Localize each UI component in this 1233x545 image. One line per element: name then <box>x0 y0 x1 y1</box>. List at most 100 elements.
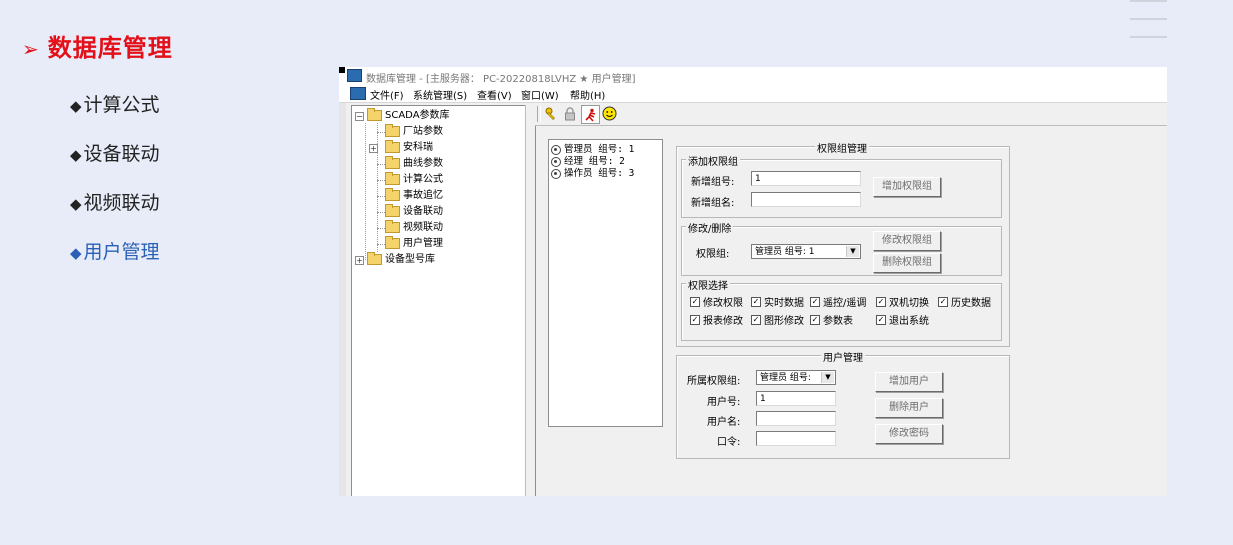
user-name-label: 用户名: <box>707 417 741 428</box>
menu-help[interactable]: 帮助(H) <box>570 87 605 102</box>
add-group-box: 添加权限组 新增组号: 1 新增组名: 增加权限组 <box>681 153 1002 218</box>
tree-node-acrel[interactable]: + 安科瑞 <box>369 139 433 156</box>
tree-line <box>377 180 385 181</box>
tree-view[interactable]: − SCADA参数库 厂站参数 + 安科瑞 曲线参数 计算公式 事故追忆 设备联动… <box>351 105 526 496</box>
collapse-icon[interactable]: − <box>355 112 364 121</box>
doc-icon[interactable] <box>350 87 366 100</box>
perm-label: 图形修改 <box>764 316 804 327</box>
checkbox-checked-icon[interactable]: ✓ <box>810 297 820 307</box>
checkbox-checked-icon[interactable]: ✓ <box>938 297 948 307</box>
perms-title: 权限选择 <box>686 277 730 292</box>
user-group-value: 管理员 组号: <box>760 373 811 383</box>
folder-icon <box>385 123 400 137</box>
new-name-field[interactable] <box>751 192 861 207</box>
perm-label: 参数表 <box>823 316 853 327</box>
tree-line <box>377 164 385 165</box>
diamond-bullet-icon: ◆ <box>70 244 82 262</box>
perm-checkbox[interactable]: ✓ 参数表 <box>810 315 853 328</box>
perm-checkbox[interactable]: ✓ 退出系统 <box>876 315 929 328</box>
perm-checkbox[interactable]: ✓ 历史数据 <box>938 297 991 310</box>
window-titlebar: 数据库管理 - [主服务器： PC-20220818LVHZ ★ 用户管理] <box>339 67 1167 85</box>
lock-icon[interactable] <box>561 105 578 122</box>
chevron-down-icon: ▼ <box>821 372 834 383</box>
menu-view[interactable]: 查看(V) <box>477 87 512 102</box>
topic-item-linkage[interactable]: ◆ 设备联动 <box>70 139 160 188</box>
tree-line <box>377 196 385 197</box>
tree-node-user[interactable]: 用户管理 <box>376 235 443 252</box>
add-group-button[interactable]: 增加权限组 <box>873 177 941 197</box>
tree-node-station[interactable]: 厂站参数 <box>376 123 443 140</box>
window-title: 数据库管理 - [主服务器： PC-20220818LVHZ ★ 用户管理] <box>366 74 636 85</box>
user-name-field[interactable] <box>756 411 836 426</box>
menu-system[interactable]: 系统管理(S) <box>413 87 467 102</box>
tree-node-linkage[interactable]: 设备联动 <box>376 203 443 220</box>
perm-checkbox[interactable]: ✓ 报表修改 <box>690 315 743 328</box>
perm-label: 报表修改 <box>703 316 743 327</box>
add-user-button[interactable]: 增加用户 <box>875 372 943 392</box>
list-item[interactable]: 管理员 组号: 1 <box>551 144 634 155</box>
folder-icon <box>385 203 400 217</box>
tree-line <box>377 212 385 213</box>
checkbox-checked-icon[interactable]: ✓ <box>810 315 820 325</box>
folder-icon <box>385 139 400 153</box>
checkbox-checked-icon[interactable]: ✓ <box>751 315 761 325</box>
delete-group-button[interactable]: 删除权限组 <box>873 253 941 273</box>
perm-label: 历史数据 <box>951 298 991 309</box>
perm-label: 修改权限 <box>703 298 743 309</box>
topic-item-formula[interactable]: ◆ 计算公式 <box>70 90 160 139</box>
smiley-icon[interactable] <box>601 105 618 122</box>
expand-icon[interactable]: + <box>355 256 364 265</box>
group-list[interactable]: 管理员 组号: 1 经理 组号: 2 操作员 组号: 3 <box>548 139 663 427</box>
checkbox-checked-icon[interactable]: ✓ <box>690 297 700 307</box>
menu-window[interactable]: 窗口(W) <box>521 87 559 102</box>
group-icon <box>551 144 561 155</box>
checkbox-checked-icon[interactable]: ✓ <box>876 315 886 325</box>
tree-node-formula[interactable]: 计算公式 <box>376 171 443 188</box>
tree-node-curve[interactable]: 曲线参数 <box>376 155 443 172</box>
tree-node-model-lib[interactable]: + 设备型号库 <box>355 251 435 268</box>
perm-checkbox[interactable]: ✓ 实时数据 <box>751 297 804 310</box>
checkbox-checked-icon[interactable]: ✓ <box>690 315 700 325</box>
change-password-button[interactable]: 修改密码 <box>875 424 943 444</box>
diamond-bullet-icon: ◆ <box>70 97 82 115</box>
list-item[interactable]: 经理 组号: 2 <box>551 156 625 167</box>
folder-open-icon <box>385 235 400 249</box>
tree-node-video[interactable]: 视频联动 <box>376 219 443 236</box>
expand-icon[interactable]: + <box>369 144 378 153</box>
perm-checkbox[interactable]: ✓ 遥控/遥调 <box>810 297 866 310</box>
perm-checkbox[interactable]: ✓ 双机切换 <box>876 297 929 310</box>
perm-label: 退出系统 <box>889 316 929 327</box>
key-icon[interactable] <box>543 105 560 122</box>
group-select[interactable]: 管理员 组号: 1 ▼ <box>751 244 861 259</box>
menu-file[interactable]: 文件(F) <box>370 87 404 102</box>
tree-node-recall[interactable]: 事故追忆 <box>376 187 443 204</box>
corner-mark <box>339 67 345 73</box>
tree-line <box>377 132 385 133</box>
menu-lines-icon <box>1130 0 1168 40</box>
group-select-value: 管理员 组号: 1 <box>755 247 815 257</box>
folder-icon <box>385 187 400 201</box>
delete-user-button[interactable]: 删除用户 <box>875 398 943 418</box>
group-icon <box>551 156 561 167</box>
perms-box: 权限选择 ✓ 修改权限 ✓ 实时数据 ✓ 遥控/遥调 ✓ 双机切换 ✓ 历史数据 ✓ 报表修… <box>681 277 1002 341</box>
topic-item-user[interactable]: ◆ 用户管理 <box>70 237 160 286</box>
running-man-icon[interactable] <box>581 105 600 124</box>
perm-checkbox[interactable]: ✓ 图形修改 <box>751 315 804 328</box>
toolbar <box>535 103 1167 126</box>
tree-node-root[interactable]: − SCADA参数库 <box>355 107 450 124</box>
folder-icon <box>385 155 400 169</box>
perm-checkbox[interactable]: ✓ 修改权限 <box>690 297 743 310</box>
modify-group-button[interactable]: 修改权限组 <box>873 231 941 251</box>
new-id-field[interactable]: 1 <box>751 171 861 186</box>
password-label: 口令: <box>717 437 741 448</box>
user-id-field[interactable]: 1 <box>756 391 836 406</box>
list-item[interactable]: 操作员 组号: 3 <box>551 168 634 179</box>
password-field[interactable] <box>756 431 836 446</box>
slide-title: ➢ 数据库管理 <box>22 34 173 62</box>
user-group-select[interactable]: 管理员 组号: ▼ <box>756 370 836 385</box>
checkbox-checked-icon[interactable]: ✓ <box>876 297 886 307</box>
topic-item-video[interactable]: ◆ 视频联动 <box>70 188 160 237</box>
checkbox-checked-icon[interactable]: ✓ <box>751 297 761 307</box>
tree-line <box>377 244 385 245</box>
perm-group-box: 权限组管理 添加权限组 新增组号: 1 新增组名: 增加权限组 修改/删除 权限… <box>676 140 1010 347</box>
